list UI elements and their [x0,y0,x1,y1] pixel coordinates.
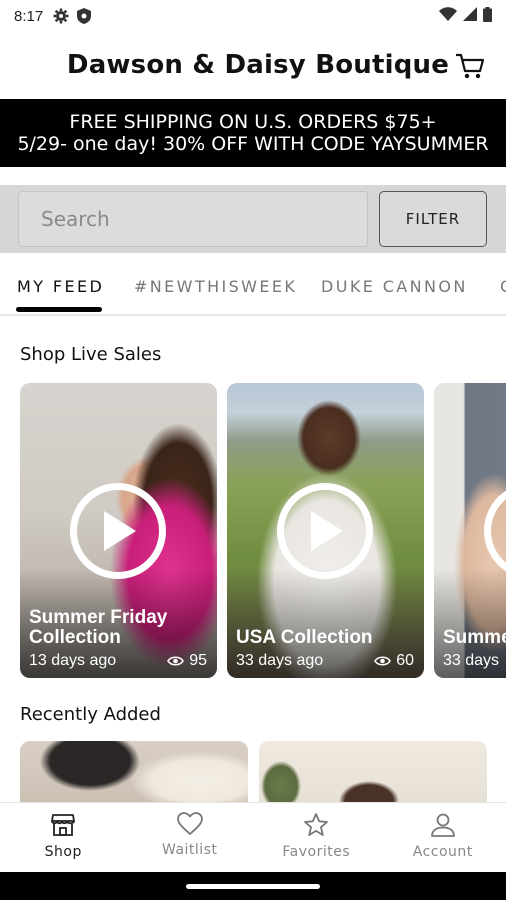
promo-banner[interactable]: FREE SHIPPING ON U.S. ORDERS $75+ 5/29- … [0,99,506,167]
tab-newthisweek[interactable]: #NEWTHISWEEK [134,258,297,314]
filter-button[interactable]: FILTER [379,191,487,247]
live-sale-title: Summer Live [443,627,506,648]
live-sale-age: 13 days ago [29,652,117,669]
status-time: 8:17 [14,7,44,25]
app-header: Dawson & Daisy Boutique [0,32,506,98]
home-gesture-handle[interactable] [186,884,320,889]
live-sale-card[interactable]: USA Collection 33 days ago 60 [227,383,424,678]
nav-account[interactable]: Account [380,803,506,872]
star-icon [304,813,329,836]
settings-gear-icon [53,8,69,24]
status-bar: 8:17 [0,0,506,32]
active-tab-indicator [16,307,102,312]
eye-icon [167,656,185,666]
live-sale-card[interactable]: Summer Friday Collection 13 days ago 95 [20,383,217,678]
tab-duke-cannon[interactable]: DUKE CANNON [321,258,468,314]
play-button[interactable] [70,483,166,579]
search-input[interactable] [18,191,368,247]
live-sale-title: USA Collection [236,627,373,648]
nav-label: Account [412,844,473,860]
nav-waitlist[interactable]: Waitlist [127,803,254,872]
search-bar: FILTER [0,185,506,253]
product-card[interactable] [20,741,248,802]
tab-my-feed[interactable]: MY FEED [17,258,104,314]
person-icon [430,813,455,837]
product-thumbnail [259,741,487,802]
storefront-icon [51,814,76,836]
product-thumbnail [20,741,248,802]
nav-label: Favorites [282,844,351,860]
heart-icon [176,812,203,835]
recently-added-carousel[interactable] [20,741,506,802]
live-sales-heading: Shop Live Sales [20,344,162,365]
category-tabs: MY FEED #NEWTHISWEEK DUKE CANNON C [0,258,506,316]
cart-icon [456,53,485,79]
live-sale-views: 60 [374,652,414,670]
live-sale-age: 33 days [443,652,500,669]
product-card[interactable] [259,741,487,802]
shield-icon [77,8,92,24]
cart-button[interactable] [454,50,486,82]
live-sales-carousel[interactable]: Summer Friday Collection 13 days ago 95 … [20,383,506,678]
nav-label: Waitlist [162,842,218,858]
signal-icon [463,7,477,25]
play-button[interactable] [277,483,373,579]
bottom-nav: Shop Waitlist Favorites Account [0,802,506,872]
view-count: 95 [189,652,207,669]
live-sale-title: Summer Friday Collection [29,607,168,648]
promo-line-2: 5/29- one day! 30% OFF WITH CODE YAYSUMM… [17,133,489,155]
play-icon [311,511,343,551]
tab-next-partial[interactable]: C [500,258,506,314]
nav-favorites[interactable]: Favorites [253,803,380,872]
nav-label: Shop [44,844,82,860]
eye-icon [374,656,392,666]
battery-icon [483,6,492,26]
view-count: 60 [396,652,414,669]
recently-added-heading: Recently Added [20,704,161,725]
play-icon [104,511,136,551]
promo-line-1: FREE SHIPPING ON U.S. ORDERS $75+ [69,111,437,133]
live-sale-card[interactable]: Summer Live 33 days [434,383,506,678]
live-sale-age: 33 days ago [236,652,324,669]
wifi-icon [439,7,457,25]
system-gesture-bar [0,872,506,900]
app-title: Dawson & Daisy Boutique [66,50,450,80]
nav-shop[interactable]: Shop [0,803,127,872]
live-sale-views: 95 [167,652,207,670]
